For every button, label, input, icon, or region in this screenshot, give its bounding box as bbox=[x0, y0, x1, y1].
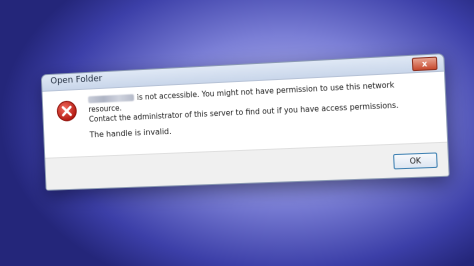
redacted-path bbox=[87, 94, 135, 104]
dialog-title: Open Folder bbox=[50, 74, 103, 87]
open-folder-dialog: Open Folder x is not accessible. You mig… bbox=[40, 53, 450, 191]
error-icon bbox=[56, 100, 78, 122]
error-detail: The handle is invalid. bbox=[89, 126, 172, 140]
ok-button[interactable]: OK bbox=[393, 152, 438, 170]
message-line-2: Contact the administrator of this server… bbox=[88, 100, 399, 124]
close-button[interactable]: x bbox=[411, 56, 438, 72]
